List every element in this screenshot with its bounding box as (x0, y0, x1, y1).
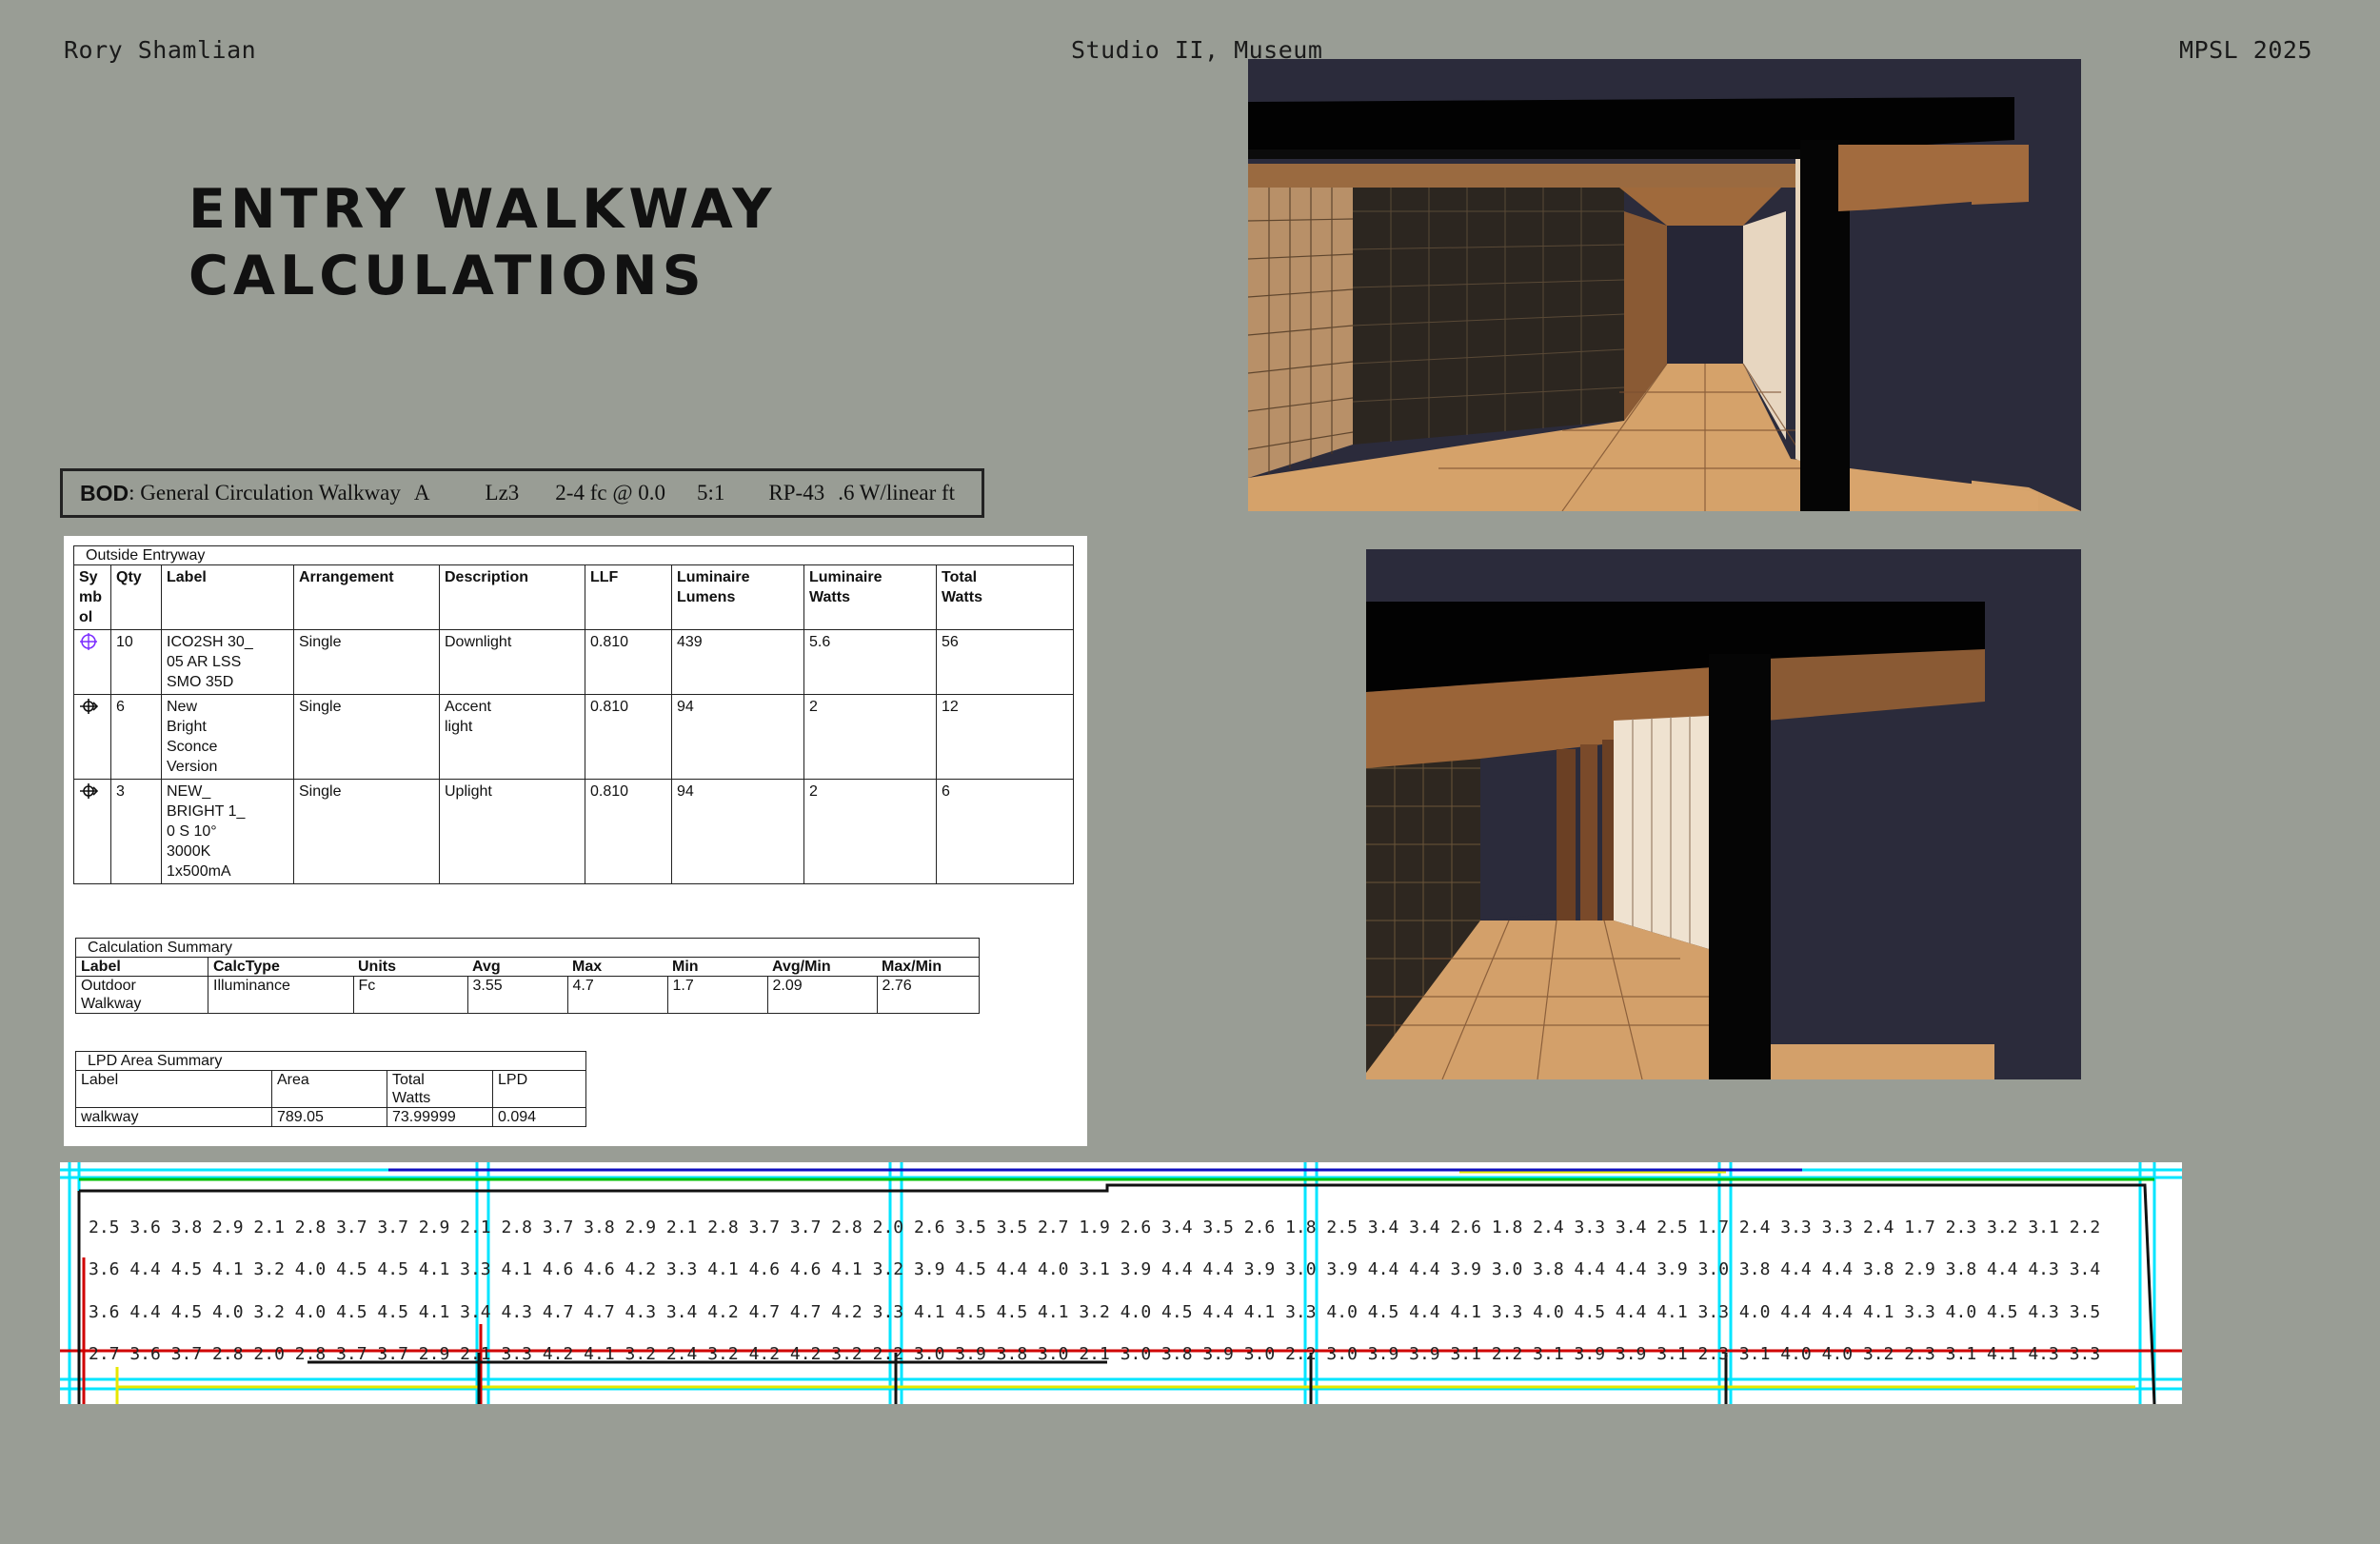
grid-row-3: 3.6 4.4 4.5 4.0 3.2 4.0 4.5 4.5 4.1 3.4 … (89, 1302, 2101, 1322)
col-header: Arrangement (293, 564, 440, 630)
downlight-symbol-icon (73, 629, 111, 695)
table-caption: LPD Area Summary (75, 1051, 586, 1071)
lumens-cell: 94 (671, 779, 804, 884)
lpd-cell: 0.094 (492, 1107, 586, 1127)
label-cell: ICO2SH 30_ 05 AR LSS SMO 35D (161, 629, 294, 695)
col-header: LPD (492, 1070, 586, 1108)
bod-standard: RP-43 (768, 481, 825, 505)
qty-cell: 3 (110, 779, 162, 884)
description-cell: Accent light (439, 694, 585, 780)
avg-cell: 3.55 (467, 976, 568, 1014)
col-header: Max/Min (877, 957, 980, 977)
bod-criteria-box: BOD: General Circulation Walkway A Lz3 2… (60, 468, 984, 518)
col-header: Label (75, 957, 208, 977)
summary-label-cell: Outdoor Walkway (75, 976, 208, 1014)
col-header: Luminaire Lumens (671, 564, 804, 630)
table-row: walkway 789.05 73.99999 0.094 (75, 1107, 586, 1127)
qty-cell: 6 (110, 694, 162, 780)
col-header: CalcType (208, 957, 353, 977)
col-header: Area (271, 1070, 387, 1108)
col-header: Avg (467, 957, 567, 977)
uplight-symbol-icon (73, 779, 111, 884)
bod-ratio: 5:1 (697, 481, 725, 505)
watts-cell: 2 (803, 694, 937, 780)
description-cell: Downlight (439, 629, 585, 695)
col-header: Luminaire Watts (803, 564, 937, 630)
llf-cell: 0.810 (585, 779, 672, 884)
table-row: Outdoor Walkway Illuminance Fc 3.55 4.7 … (75, 976, 980, 1014)
col-header: Description (439, 564, 585, 630)
col-header: Total Watts (387, 1070, 493, 1108)
col-header: Qty (110, 564, 162, 630)
col-header: Min (667, 957, 767, 977)
luminaire-schedule-table: Outside Entryway Sy mb ol Qty Label Arra… (73, 545, 1074, 884)
total-watts-cell: 6 (936, 779, 1074, 884)
lpd-area-summary-table: LPD Area Summary Label Area Total Watts … (75, 1051, 586, 1127)
table-row: 3 NEW_ BRIGHT 1_ 0 S 10° 3000K 1x500mA S… (73, 779, 1074, 884)
illuminance-plan-grid: 2.5 3.6 3.8 2.9 2.1 2.8 3.7 3.7 2.9 2.1 … (60, 1162, 2182, 1404)
lumens-cell: 439 (671, 629, 804, 695)
area-cell: 789.05 (271, 1107, 387, 1127)
table-row: 6 New Bright Sconce Version Single Accen… (73, 694, 1074, 780)
arrangement-cell: Single (293, 629, 440, 695)
col-header: Sy mb ol (73, 564, 111, 630)
calculation-document: Outside Entryway Sy mb ol Qty Label Arra… (64, 536, 1087, 1146)
author-name: Rory Shamlian (64, 36, 257, 64)
bod-zone: Lz3 (485, 481, 520, 505)
area-label-cell: walkway (75, 1107, 272, 1127)
col-header: Label (75, 1070, 272, 1108)
units-cell: Fc (353, 976, 468, 1014)
grid-row-2: 3.6 4.4 4.5 4.1 3.2 4.0 4.5 4.5 4.1 3.3 … (89, 1259, 2101, 1279)
col-header: Label (161, 564, 294, 630)
label-cell: New Bright Sconce Version (161, 694, 294, 780)
avg-min-cell: 2.09 (767, 976, 878, 1014)
bod-label: BOD (80, 480, 129, 505)
max-min-cell: 2.76 (877, 976, 980, 1014)
table-caption: Calculation Summary (75, 938, 980, 958)
description-cell: Uplight (439, 779, 585, 884)
watts-cell: 5.6 (803, 629, 937, 695)
table-row: 10 ICO2SH 30_ 05 AR LSS SMO 35D Single D… (73, 629, 1074, 695)
lumens-cell: 94 (671, 694, 804, 780)
walkway-render-angle (1366, 549, 2081, 1079)
title-line-2: CALCULATIONS (188, 245, 706, 307)
min-cell: 1.7 (667, 976, 768, 1014)
table-caption: Outside Entryway (73, 545, 1074, 565)
col-header: LLF (585, 564, 672, 630)
col-header: Avg/Min (767, 957, 877, 977)
col-header: Units (353, 957, 467, 977)
title-line-1: ENTRY WALKWAY (188, 178, 777, 241)
col-header: Max (567, 957, 667, 977)
watts-cell: 2 (803, 779, 937, 884)
total-watts-cell: 56 (936, 629, 1074, 695)
bod-limit: .6 W/linear ft (838, 481, 956, 505)
qty-cell: 10 (110, 629, 162, 695)
arrangement-cell: Single (293, 694, 440, 780)
llf-cell: 0.810 (585, 629, 672, 695)
total-watts-cell: 12 (936, 694, 1074, 780)
page-title: ENTRY WALKWAY CALCULATIONS (188, 176, 777, 309)
walkway-render-front (1248, 59, 2081, 511)
llf-cell: 0.810 (585, 694, 672, 780)
program-year: MPSL 2025 (2179, 36, 2312, 64)
calctype-cell: Illuminance (208, 976, 354, 1014)
total-watts-cell: 73.99999 (387, 1107, 493, 1127)
arrangement-cell: Single (293, 779, 440, 884)
calculation-summary-table: Calculation Summary Label CalcType Units… (75, 938, 980, 1014)
bod-class: A (413, 481, 430, 505)
label-cell: NEW_ BRIGHT 1_ 0 S 10° 3000K 1x500mA (161, 779, 294, 884)
grid-row-4: 2.7 3.6 3.7 2.8 2.0 2.8 3.7 3.7 2.9 2.1 … (89, 1344, 2101, 1364)
bod-space: : General Circulation Walkway (129, 481, 401, 505)
max-cell: 4.7 (567, 976, 668, 1014)
sconce-symbol-icon (73, 694, 111, 780)
col-header: Total Watts (936, 564, 1074, 630)
grid-row-1: 2.5 3.6 3.8 2.9 2.1 2.8 3.7 3.7 2.9 2.1 … (89, 1217, 2101, 1237)
bod-target: 2-4 fc @ 0.0 (555, 481, 666, 505)
